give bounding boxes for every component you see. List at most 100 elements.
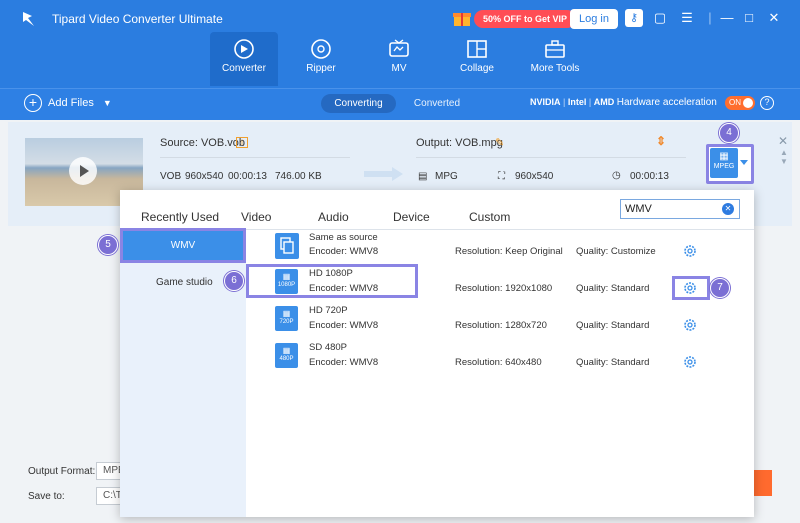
format-dropdown-icon[interactable] [740, 160, 748, 165]
converter-icon [234, 39, 254, 59]
tab-device[interactable]: Device [393, 210, 430, 224]
convert-arrow-icon [364, 167, 403, 181]
app-logo-icon [23, 12, 34, 26]
key-icon[interactable]: ⚷ [625, 9, 643, 27]
add-files-button[interactable]: + Add Files ▼ [24, 94, 112, 112]
play-icon[interactable] [69, 157, 97, 185]
hardware-acceleration: NVIDIA | Intel | AMD Hardware accelerati… [530, 97, 717, 108]
intel-label: Intel [567, 97, 587, 107]
tab-more-tools-label: More Tools [530, 63, 580, 74]
convert-all-button[interactable] [752, 470, 772, 496]
tab-recently-used[interactable]: Recently Used [141, 210, 219, 224]
film-strip-icon: ▦ [719, 151, 729, 162]
callout-7: 7 [710, 278, 730, 298]
tab-custom[interactable]: Custom [469, 210, 510, 224]
film-icon: ▤ [418, 171, 428, 182]
hd-720p-icon: ▦ 720P [275, 306, 298, 331]
preset-quality: Quality: Customize [576, 246, 656, 257]
sidebar-item-game-studio[interactable]: Game studio [156, 277, 213, 288]
sd-480p-icon: ▦ 480P [275, 343, 298, 368]
app-title: Tipard Video Converter Ultimate [52, 12, 223, 26]
preset-name[interactable]: Same as source [309, 232, 378, 243]
film-strip-icon: ▦ [282, 346, 291, 355]
merge-icon[interactable]: ⇕ [656, 134, 666, 148]
resize-icon: ⛶ [498, 171, 505, 182]
film-strip-icon: ▦ [282, 309, 291, 318]
move-down-icon[interactable]: ▼ [780, 157, 788, 166]
add-icon: + [24, 94, 42, 112]
source-format: VOB [160, 171, 182, 182]
amd-label: AMD [593, 97, 615, 107]
info-icon[interactable]: i [236, 137, 248, 148]
tab-converting[interactable]: Converting [321, 94, 396, 113]
vip-promo-button[interactable]: 50% OFF to Get VIP [474, 10, 577, 28]
gear-icon[interactable] [683, 355, 697, 369]
wmv-highlight [120, 228, 246, 263]
chevron-down-icon[interactable]: ▼ [103, 98, 112, 108]
preset-encoder: Encoder: WMV8 [309, 357, 379, 368]
tab-more-tools[interactable]: More Tools [521, 32, 589, 86]
toggle-label: ON [729, 98, 741, 107]
ripper-disc-icon [311, 39, 331, 59]
preset-resolution: Resolution: 640x480 [455, 357, 542, 368]
clock-icon: ◷ [612, 170, 621, 181]
source-resolution: 960x540 [185, 171, 224, 182]
preset-resolution: Resolution: Keep Original [455, 246, 563, 257]
hw-accel-label: Hardware acceleration [616, 97, 717, 108]
output-duration: 00:00:13 [630, 171, 669, 182]
tab-collage[interactable]: Collage [443, 32, 511, 86]
collage-grid-icon [467, 40, 487, 58]
gift-icon[interactable] [452, 9, 472, 27]
move-up-icon[interactable]: ▲ [780, 148, 788, 157]
output-format: MPG [435, 171, 458, 182]
tab-converter-label: Converter [222, 63, 266, 74]
preset-badge: 480P [279, 356, 294, 362]
tab-mv[interactable]: MV [365, 32, 433, 86]
tab-mv-label: MV [391, 63, 407, 74]
preset-quality: Quality: Standard [576, 320, 650, 331]
clear-search-icon[interactable]: ✕ [722, 203, 734, 215]
tab-collage-label: Collage [460, 63, 494, 74]
gear-icon[interactable] [683, 318, 697, 332]
app-window: Tipard Video Converter Ultimate 50% OFF … [0, 0, 800, 523]
tab-converted[interactable]: Converted [407, 94, 467, 113]
feedback-icon[interactable]: ▢ [650, 9, 670, 27]
hw-accel-toggle[interactable]: ON [725, 96, 755, 110]
edit-icon[interactable]: ✎ [495, 136, 504, 149]
callout-4: 4 [719, 123, 739, 143]
tab-ripper-label: Ripper [306, 63, 336, 74]
minimize-icon[interactable]: — [717, 9, 737, 27]
preset-encoder: Encoder: WMV8 [309, 246, 379, 257]
callout-5: 5 [98, 235, 118, 255]
hd-1080p-highlight [246, 264, 418, 298]
preset-quality: Quality: Standard [576, 357, 650, 368]
preset-resolution: Resolution: 1920x1080 [455, 283, 553, 294]
toggle-knob [743, 98, 753, 108]
nvidia-label: NVIDIA [530, 97, 561, 107]
format-badge-label: MPEG [713, 163, 735, 170]
output-resolution: 960x540 [515, 171, 554, 182]
gear-icon[interactable] [683, 244, 697, 258]
tab-ripper[interactable]: Ripper [287, 32, 355, 86]
menu-icon[interactable]: ☰ [677, 9, 697, 27]
close-window-icon[interactable]: ✕ [764, 9, 784, 27]
login-button[interactable]: Log in [570, 9, 618, 29]
preset-quality: Quality: Standard [576, 283, 650, 294]
tab-audio[interactable]: Audio [318, 210, 349, 224]
add-files-label: Add Files [48, 96, 94, 109]
source-filename: Source: VOB.vob [160, 137, 245, 149]
source-divider [160, 157, 350, 158]
preset-resolution: Resolution: 1280x720 [455, 320, 547, 331]
maximize-icon[interactable]: □ [739, 9, 759, 27]
preset-name[interactable]: SD 480P [309, 342, 347, 353]
source-size: 746.00 KB [275, 171, 322, 182]
tab-video[interactable]: Video [241, 210, 271, 224]
output-format-label: Output Format: [28, 466, 96, 477]
preset-name[interactable]: HD 720P [309, 305, 348, 316]
mpeg-format-icon[interactable]: ▦ MPEG [710, 148, 738, 178]
toolbox-icon [545, 40, 565, 58]
tab-converter[interactable]: Converter [210, 32, 278, 86]
mv-tv-icon [389, 39, 409, 57]
help-icon[interactable]: ? [760, 96, 774, 110]
remove-file-icon[interactable]: ✕ [778, 134, 788, 148]
